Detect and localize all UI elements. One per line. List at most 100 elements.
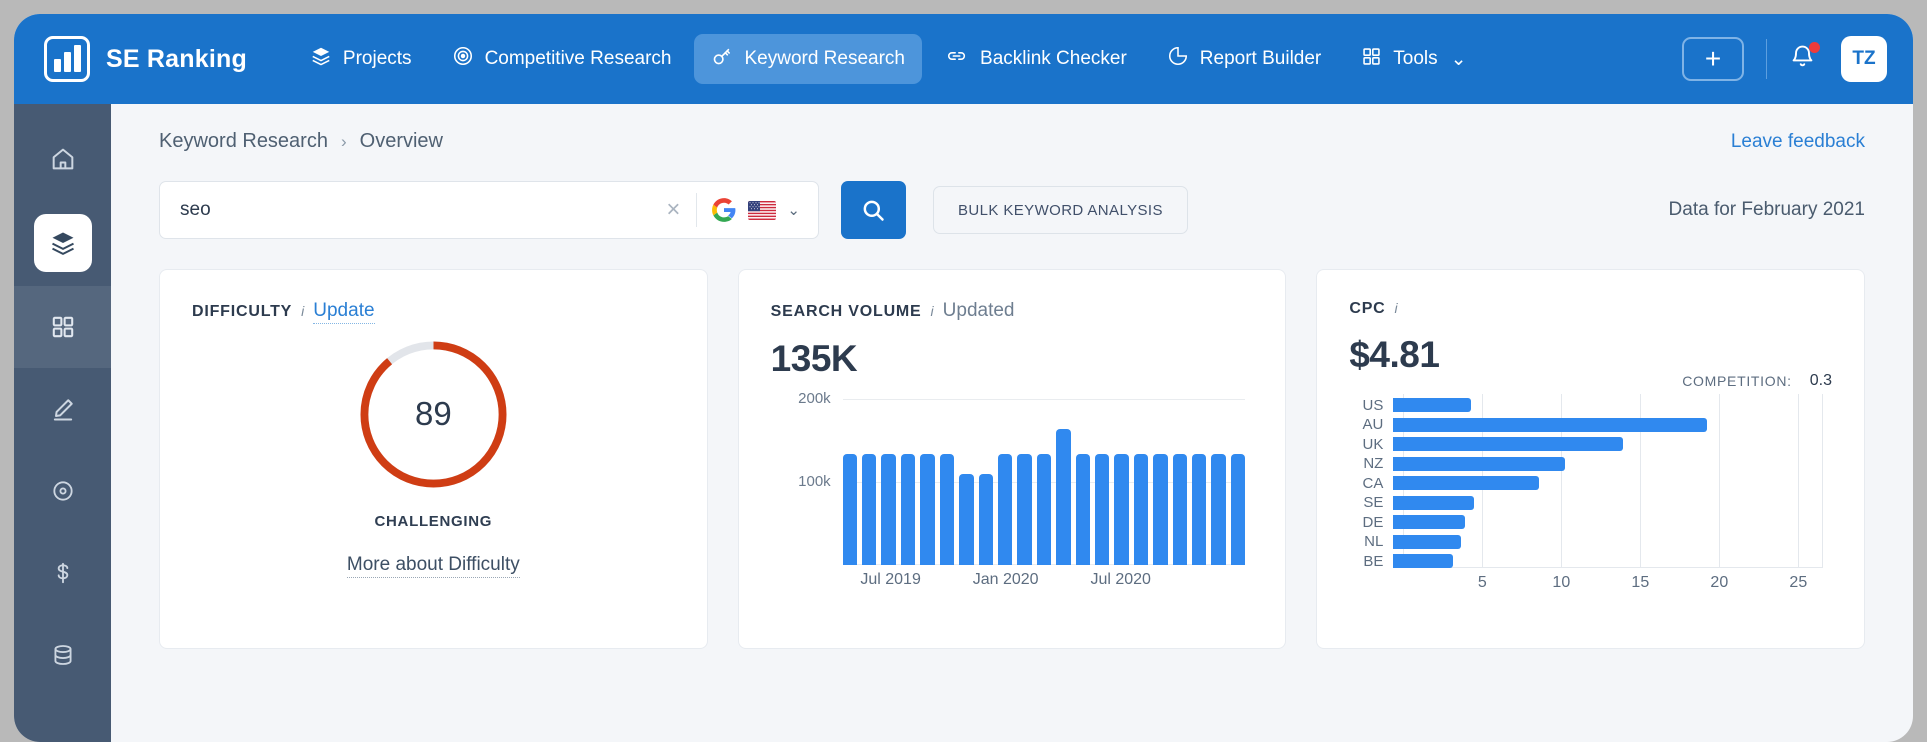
search-row: seo × ⌄ BULK KEYWORD ANALYSIS Data for F… bbox=[159, 181, 1865, 239]
cpc-bar[interactable] bbox=[1393, 534, 1462, 549]
bar[interactable] bbox=[1036, 453, 1052, 565]
update-link[interactable]: Update bbox=[313, 300, 375, 324]
more-about-difficulty-link[interactable]: More about Difficulty bbox=[346, 553, 520, 578]
bar[interactable] bbox=[1191, 453, 1207, 565]
cpc-bar[interactable] bbox=[1393, 398, 1472, 412]
bar[interactable] bbox=[881, 453, 896, 565]
keyword-search-box[interactable]: seo × ⌄ bbox=[159, 181, 819, 239]
competition-label: COMPETITION: bbox=[1682, 373, 1792, 389]
sidebar-item-home[interactable] bbox=[14, 118, 111, 200]
card-title: CPC bbox=[1349, 300, 1386, 317]
breadcrumb-current: Overview bbox=[359, 130, 443, 152]
nav-item-competitive-research[interactable]: Competitive Research bbox=[435, 34, 689, 84]
cpc-value: $4.81 bbox=[1349, 334, 1440, 375]
nav-right-actions: + TZ bbox=[1682, 36, 1887, 82]
pie-chart-icon bbox=[1167, 45, 1189, 73]
cpc-category-label: BE bbox=[1363, 552, 1384, 570]
x-axis-tick-label: Jul 2019 bbox=[860, 571, 921, 588]
updated-text: Updated bbox=[942, 300, 1015, 321]
bar[interactable] bbox=[939, 453, 955, 565]
pencil-icon bbox=[53, 399, 73, 421]
x-axis-tick-label: Jan 2020 bbox=[972, 571, 1039, 588]
breadcrumb-parent[interactable]: Keyword Research bbox=[159, 130, 328, 153]
cpc-category-label: AU bbox=[1362, 416, 1384, 433]
bar[interactable] bbox=[1172, 453, 1187, 565]
competition-metric: COMPETITION: 0.3 bbox=[1682, 372, 1832, 390]
bar[interactable] bbox=[1133, 453, 1149, 565]
bar[interactable] bbox=[1153, 453, 1168, 565]
brand-logo-area[interactable]: SE Ranking bbox=[44, 36, 247, 82]
nav-item-keyword-research[interactable]: Keyword Research bbox=[694, 34, 923, 84]
dollar-icon bbox=[57, 562, 68, 584]
sidebar-item-content-editor[interactable] bbox=[14, 368, 111, 450]
cpc-bar[interactable] bbox=[1393, 437, 1624, 451]
link-icon bbox=[945, 45, 969, 73]
notification-badge bbox=[1809, 42, 1820, 53]
search-button[interactable] bbox=[841, 181, 906, 239]
cpc-bar-row: US bbox=[1349, 397, 1822, 414]
search-volume-card: SEARCH VOLUME i Updated 135K 100k 200k Ju… bbox=[737, 269, 1287, 649]
database-icon bbox=[53, 645, 72, 665]
bar[interactable] bbox=[862, 453, 877, 565]
cpc-bar[interactable] bbox=[1393, 476, 1539, 490]
cpc-bars: US AU UK NZ CA SE DE NL BE bbox=[1349, 397, 1822, 570]
cpc-bar[interactable] bbox=[1393, 456, 1565, 471]
cpc-card: CPC i $4.81 COMPETITION: 0.3 US AU UK NZ CA S… bbox=[1316, 269, 1866, 649]
cpc-bar-track bbox=[1393, 476, 1822, 490]
nav-item-projects[interactable]: Projects bbox=[293, 34, 429, 84]
nav-label: Competitive Research bbox=[484, 48, 672, 69]
data-period-label: Data for February 2021 bbox=[1668, 199, 1865, 220]
bar-series bbox=[842, 400, 1246, 565]
cpc-bar[interactable] bbox=[1393, 495, 1475, 510]
notifications-button[interactable] bbox=[1789, 42, 1820, 75]
y-axis-tick-label: 100k bbox=[798, 472, 831, 490]
bar[interactable] bbox=[997, 453, 1013, 565]
info-icon[interactable]: i bbox=[301, 303, 304, 319]
bar[interactable] bbox=[920, 453, 935, 565]
cpc-bar-row: CA bbox=[1349, 475, 1822, 492]
info-icon[interactable]: i bbox=[1395, 300, 1398, 316]
bar[interactable] bbox=[959, 474, 974, 565]
sidebar-item-keyword-research[interactable] bbox=[14, 200, 111, 286]
bar[interactable] bbox=[1114, 453, 1129, 565]
user-avatar[interactable]: TZ bbox=[1841, 36, 1887, 82]
bar[interactable] bbox=[1230, 453, 1246, 565]
bar[interactable] bbox=[978, 474, 993, 565]
sidebar-item-target[interactable] bbox=[14, 450, 111, 532]
layers-icon bbox=[51, 232, 74, 255]
bar[interactable] bbox=[1211, 453, 1226, 565]
sidebar-item-database[interactable] bbox=[14, 614, 111, 696]
leave-feedback-link[interactable]: Leave feedback bbox=[1731, 131, 1865, 153]
nav-item-backlink-checker[interactable]: Backlink Checker bbox=[928, 34, 1144, 84]
bar[interactable] bbox=[1094, 453, 1110, 565]
sidebar-item-tools[interactable] bbox=[14, 286, 111, 368]
cpc-bar-track bbox=[1393, 437, 1822, 451]
cpc-x-tick-label: 20 bbox=[1710, 574, 1729, 591]
difficulty-gauge: 89 bbox=[355, 336, 512, 493]
cpc-x-tick-label: 25 bbox=[1789, 574, 1808, 591]
cpc-bar[interactable] bbox=[1393, 515, 1465, 529]
cpc-bar-track bbox=[1393, 456, 1822, 471]
cpc-category-label: UK bbox=[1362, 435, 1384, 453]
clear-icon[interactable]: × bbox=[654, 196, 692, 224]
bar[interactable] bbox=[900, 453, 916, 565]
bar[interactable] bbox=[1017, 453, 1032, 565]
chevron-right-icon: › bbox=[340, 131, 347, 151]
nav-item-tools[interactable]: Tools ⌄ bbox=[1344, 35, 1483, 84]
cpc-bar[interactable] bbox=[1393, 417, 1708, 432]
cpc-bar-row: DE bbox=[1349, 514, 1822, 531]
cpc-bar-track bbox=[1393, 554, 1822, 568]
cpc-bar[interactable] bbox=[1393, 554, 1454, 568]
bar[interactable] bbox=[1075, 453, 1090, 565]
add-button[interactable]: + bbox=[1682, 37, 1744, 81]
cpc-bar-row: BE bbox=[1349, 552, 1822, 570]
bar[interactable] bbox=[842, 453, 858, 565]
bar[interactable] bbox=[1056, 428, 1071, 565]
cpc-bar-row: SE bbox=[1349, 494, 1822, 511]
search-input[interactable]: seo bbox=[180, 199, 654, 221]
info-icon[interactable]: i bbox=[931, 303, 934, 319]
nav-item-report-builder[interactable]: Report Builder bbox=[1150, 34, 1338, 84]
search-engine-selector[interactable]: ⌄ bbox=[711, 197, 800, 223]
sidebar-item-billing[interactable] bbox=[14, 532, 111, 614]
bulk-keyword-analysis-button[interactable]: BULK KEYWORD ANALYSIS bbox=[933, 186, 1188, 234]
